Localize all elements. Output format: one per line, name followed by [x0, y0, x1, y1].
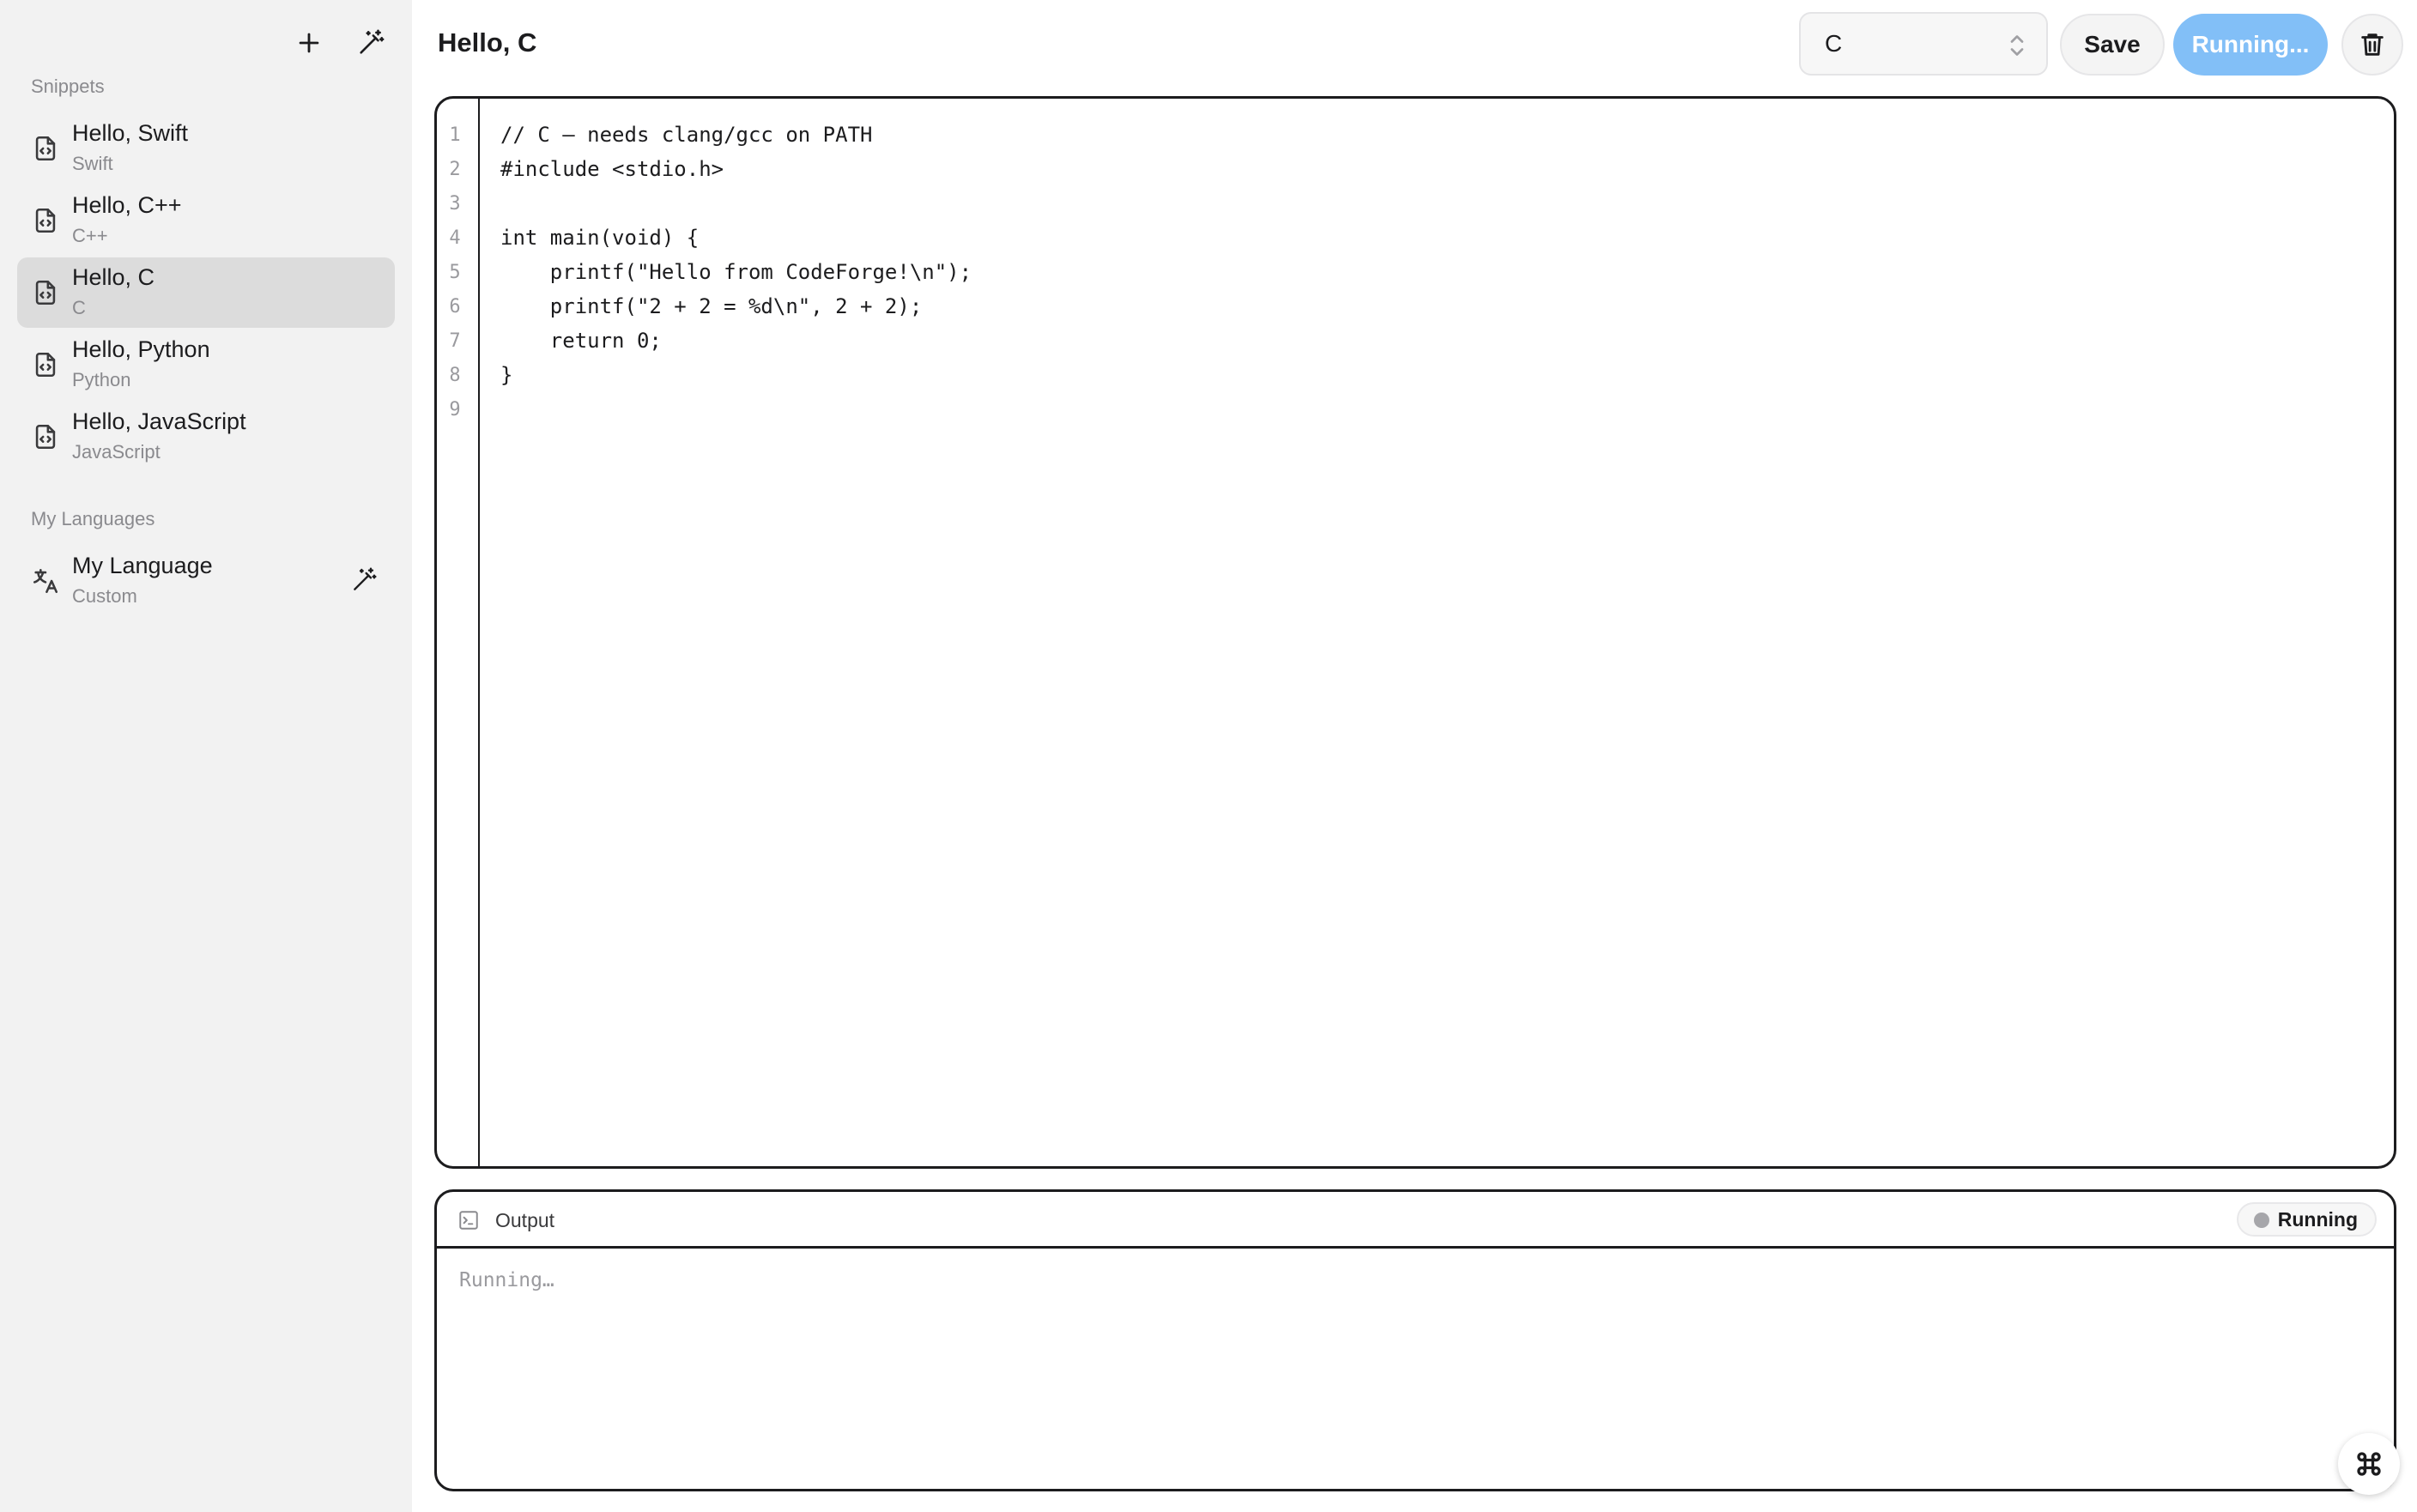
code-line[interactable]: #include <stdio.h> — [500, 157, 724, 181]
plus-icon — [299, 33, 319, 53]
run-button[interactable]: Running... — [2173, 14, 2328, 76]
line-number: 1 — [449, 124, 461, 146]
magic-wand-icon — [354, 567, 377, 590]
new-snippet-button[interactable] — [288, 22, 330, 64]
snippet-title: Hello, C — [72, 264, 155, 290]
snippet-item-hello-python[interactable]: Hello, Python Python — [17, 330, 395, 400]
code-file-icon — [31, 422, 60, 451]
translate-icon — [31, 566, 60, 596]
terminal-icon — [457, 1209, 480, 1231]
code-line[interactable]: // C — needs clang/gcc on PATH — [500, 123, 872, 147]
line-number: 6 — [449, 296, 461, 318]
snippet-item-hello-javascript[interactable]: Hello, JavaScript JavaScript — [17, 402, 395, 472]
magic-generate-button[interactable] — [350, 22, 391, 64]
snippet-item-hello-swift[interactable]: Hello, Swift Swift — [17, 113, 395, 184]
snippet-title: Hello, Swift — [72, 120, 189, 146]
line-number: 2 — [449, 159, 461, 180]
code-file-icon — [31, 350, 60, 379]
language-item-my-language[interactable]: My Language Custom — [17, 546, 395, 616]
chevron-up-down-icon — [2007, 33, 2027, 58]
code-file-icon — [31, 206, 60, 235]
save-button[interactable]: Save — [2060, 14, 2165, 76]
snippet-language: Python — [72, 369, 131, 390]
code-line[interactable]: printf("2 + 2 = %d\n", 2 + 2); — [500, 294, 922, 318]
language-magic-button[interactable] — [347, 563, 381, 597]
app-window: Snippets Hello, Swift Swift Hello, C++ C… — [0, 0, 2417, 1512]
line-number: 8 — [449, 365, 461, 386]
snippet-language: C++ — [72, 225, 108, 246]
line-number: 9 — [449, 399, 461, 420]
code-line[interactable]: int main(void) { — [500, 226, 699, 250]
code-line[interactable]: } — [500, 363, 512, 387]
line-number-gutter: 1 2 3 4 5 6 7 8 9 — [437, 99, 480, 1166]
command-icon — [2357, 1452, 2381, 1476]
line-number: 3 — [449, 193, 461, 215]
language-select-value: C — [1825, 30, 1843, 57]
my-languages-section-label: My Languages — [31, 508, 155, 529]
magic-wand-icon — [360, 29, 385, 54]
language-subtitle: Custom — [72, 585, 137, 607]
snippet-language: JavaScript — [72, 441, 161, 463]
snippet-language: C — [72, 297, 86, 318]
language-title: My Language — [72, 553, 213, 578]
snippet-item-hello-c[interactable]: Hello, C C — [17, 257, 395, 328]
page-title: Hello, C — [438, 27, 537, 57]
snippet-title: Hello, Python — [72, 336, 210, 362]
sidebar: Snippets Hello, Swift Swift Hello, C++ C… — [0, 0, 412, 1512]
line-number: 4 — [449, 227, 461, 249]
output-label: Output — [495, 1209, 555, 1231]
status-text: Running — [2277, 1207, 2358, 1231]
status-badge: Running — [2236, 1202, 2377, 1237]
snippet-list: Hello, Swift Swift Hello, C++ C++ Hello,… — [17, 113, 395, 474]
line-number: 7 — [449, 330, 461, 352]
code-line[interactable]: printf("Hello from CodeForge!\n"); — [500, 260, 972, 284]
code-line[interactable]: return 0; — [500, 329, 662, 353]
trash-icon — [2361, 33, 2384, 56]
snippet-title: Hello, C++ — [72, 192, 182, 218]
language-select[interactable]: C — [1799, 12, 2048, 76]
code-editor[interactable]: 1 2 3 4 5 6 7 8 9 // C — needs clang/gcc… — [434, 96, 2396, 1169]
snippets-section-label: Snippets — [31, 76, 105, 97]
status-dot — [2253, 1213, 2269, 1228]
code-file-icon — [31, 134, 60, 163]
code-file-icon — [31, 278, 60, 307]
output-header: Output Running — [437, 1192, 2394, 1249]
snippet-language: Swift — [72, 153, 113, 174]
delete-button[interactable] — [2341, 14, 2403, 76]
output-panel: Output Running Running… — [434, 1189, 2396, 1491]
output-text: Running… — [459, 1269, 554, 1291]
snippet-title: Hello, JavaScript — [72, 408, 246, 434]
line-number: 5 — [449, 262, 461, 283]
snippet-item-hello-cpp[interactable]: Hello, C++ C++ — [17, 185, 395, 256]
command-button[interactable] — [2338, 1433, 2400, 1495]
